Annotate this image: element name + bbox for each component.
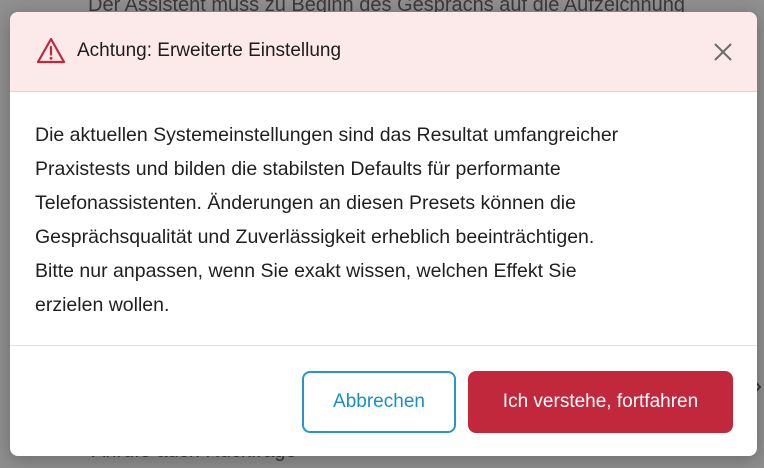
dialog-message: Die aktuellen Systemeinstellungen sind d…	[35, 118, 735, 322]
warning-dialog: Achtung: Erweiterte Einstellung Die aktu…	[10, 12, 757, 456]
dialog-body: Die aktuellen Systemeinstellungen sind d…	[10, 12, 757, 322]
confirm-button[interactable]: Ich verstehe, fortfahren	[468, 371, 733, 433]
message-line: Gesprächsqualität und Zuverlässigkeit er…	[35, 226, 595, 248]
message-line: Telefonassistenten. Änderungen an diesen…	[35, 192, 576, 214]
cancel-button[interactable]: Abbrechen	[302, 371, 456, 433]
message-line: Bitte nur anpassen, wenn Sie exakt wisse…	[35, 260, 577, 282]
footer-divider	[10, 345, 757, 346]
message-line: Praxistests und bilden die stabilsten De…	[35, 158, 561, 180]
message-line: erzielen wollen.	[35, 294, 170, 316]
message-line: Die aktuellen Systemeinstellungen sind d…	[35, 124, 619, 146]
